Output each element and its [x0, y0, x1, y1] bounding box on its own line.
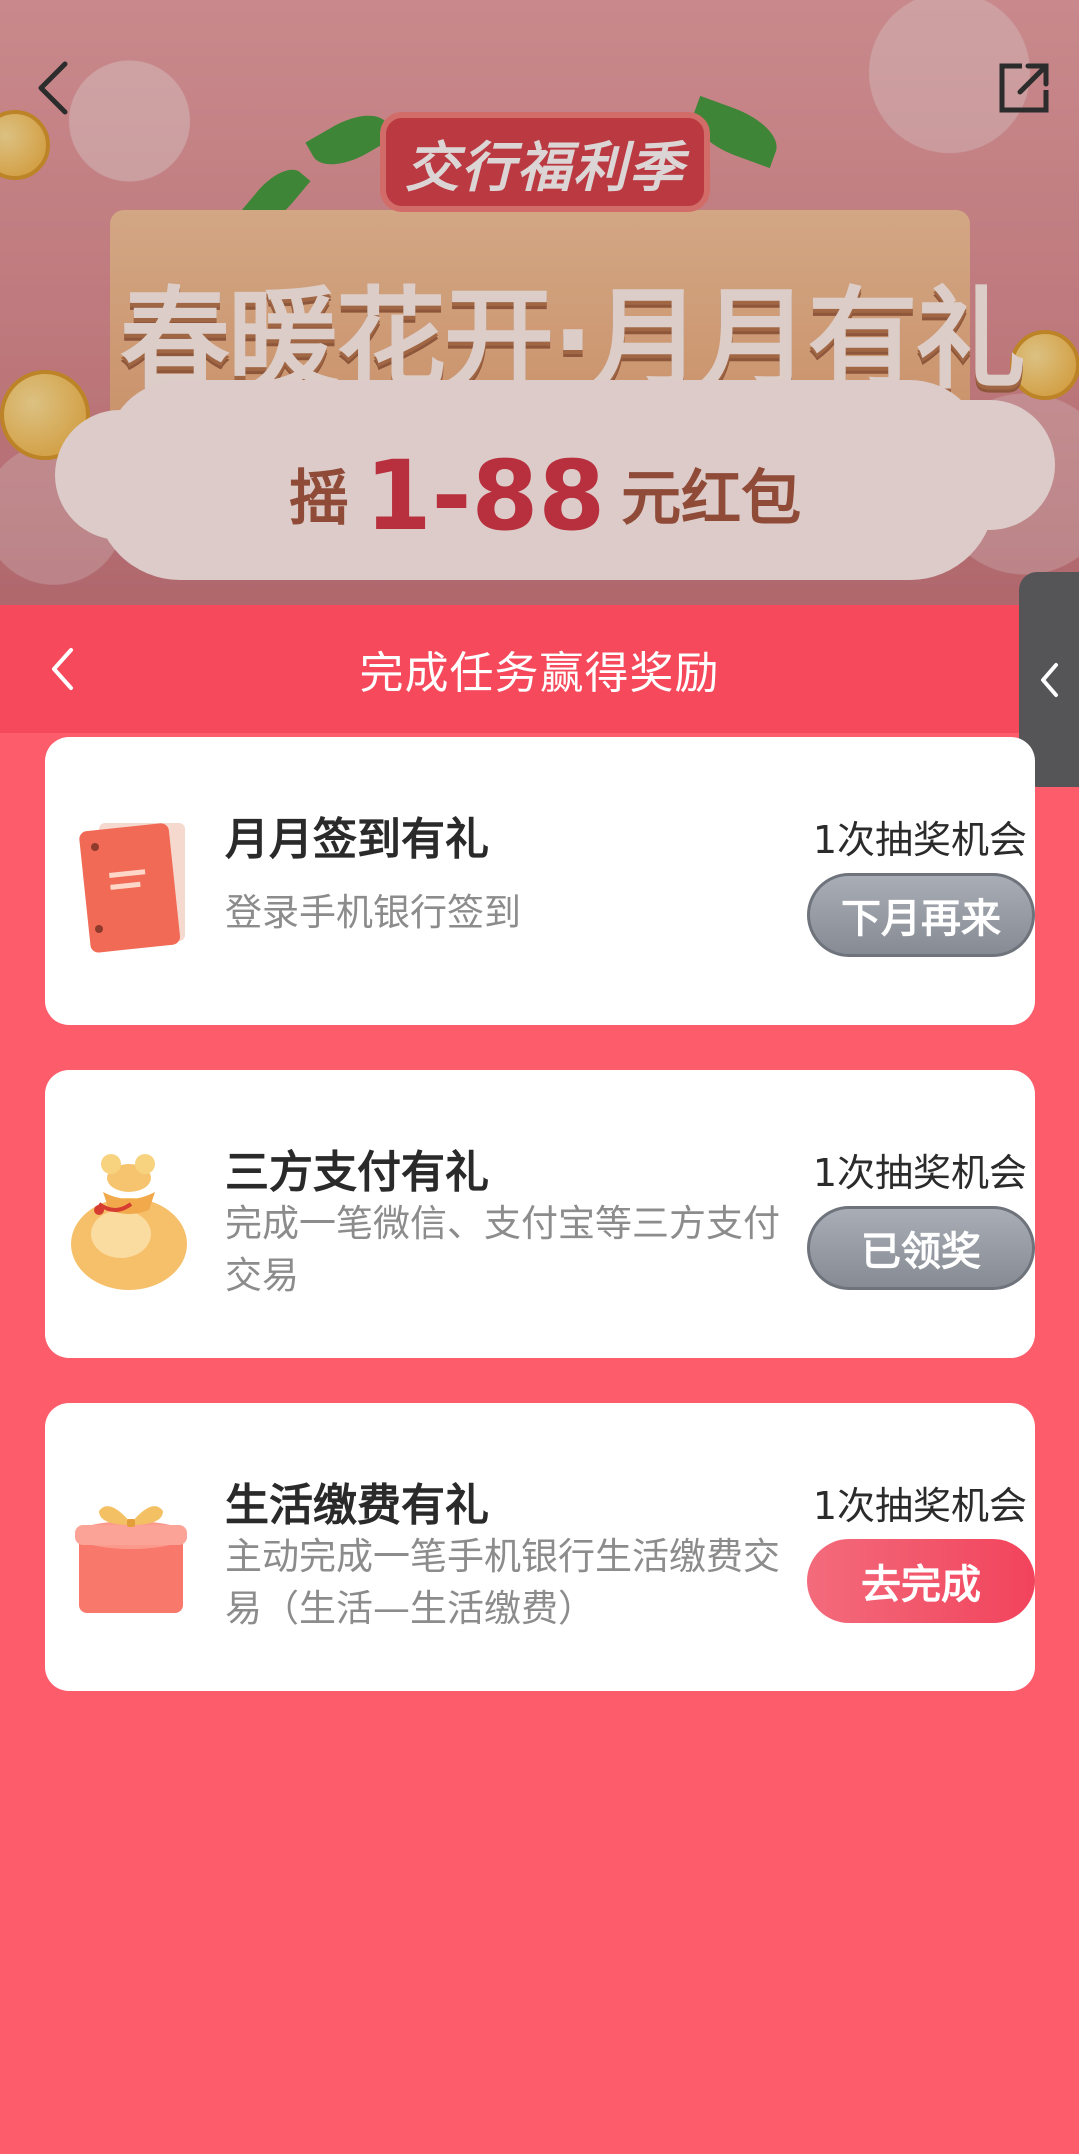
task-panel-title: 完成任务赢得奖励	[359, 648, 720, 699]
task-card-checkin: 月月签到有礼 登录手机银行签到 1次抽奖机会 下月再来	[45, 737, 1035, 1025]
lottery-chance-label: 1次抽奖机会	[812, 1151, 1027, 1195]
reward-claimed-button[interactable]: 已领奖	[807, 1206, 1035, 1290]
chevron-left-icon	[1041, 662, 1058, 697]
lottery-chance-label: 1次抽奖机会	[812, 818, 1027, 862]
task-panel-back-button[interactable]	[38, 641, 86, 697]
chevron-left-icon	[52, 648, 73, 690]
chevron-left-icon	[38, 61, 68, 115]
lottery-chance-label: 1次抽奖机会	[812, 1484, 1027, 1528]
task-name: 生活缴费有礼	[225, 1480, 489, 1531]
go-complete-button[interactable]: 去完成	[807, 1539, 1035, 1623]
task-description: 完成一笔微信、支付宝等三方支付交易	[225, 1202, 780, 1297]
gift-box-icon	[59, 1467, 209, 1627]
task-card-third-party-pay: 三方支付有礼 完成一笔微信、支付宝等三方支付交易 1次抽奖机会 已领奖	[45, 1070, 1035, 1358]
task-card-life-payment: 生活缴费有礼 主动完成一笔手机银行生活缴费交易（生活—生活缴费） 1次抽奖机会 …	[45, 1403, 1035, 1691]
share-external-icon	[999, 63, 1049, 113]
task-description: 登录手机银行签到	[225, 891, 521, 934]
task-panel-header: 完成任务赢得奖励	[0, 605, 1079, 733]
money-bag-icon	[59, 1134, 209, 1294]
folder-icon	[59, 801, 209, 961]
back-button[interactable]	[22, 58, 82, 118]
task-name: 三方支付有礼	[225, 1147, 489, 1198]
share-button[interactable]	[991, 55, 1057, 121]
next-month-button[interactable]: 下月再来	[807, 873, 1035, 957]
task-description: 主动完成一笔手机银行生活缴费交易（生活—生活缴费）	[225, 1535, 780, 1630]
promo-banner: 交行福利季 春暖花开·月月有礼 摇 1-88 元红包	[0, 0, 1079, 605]
banner-dim-overlay	[0, 0, 1079, 605]
task-name: 月月签到有礼	[225, 814, 489, 865]
